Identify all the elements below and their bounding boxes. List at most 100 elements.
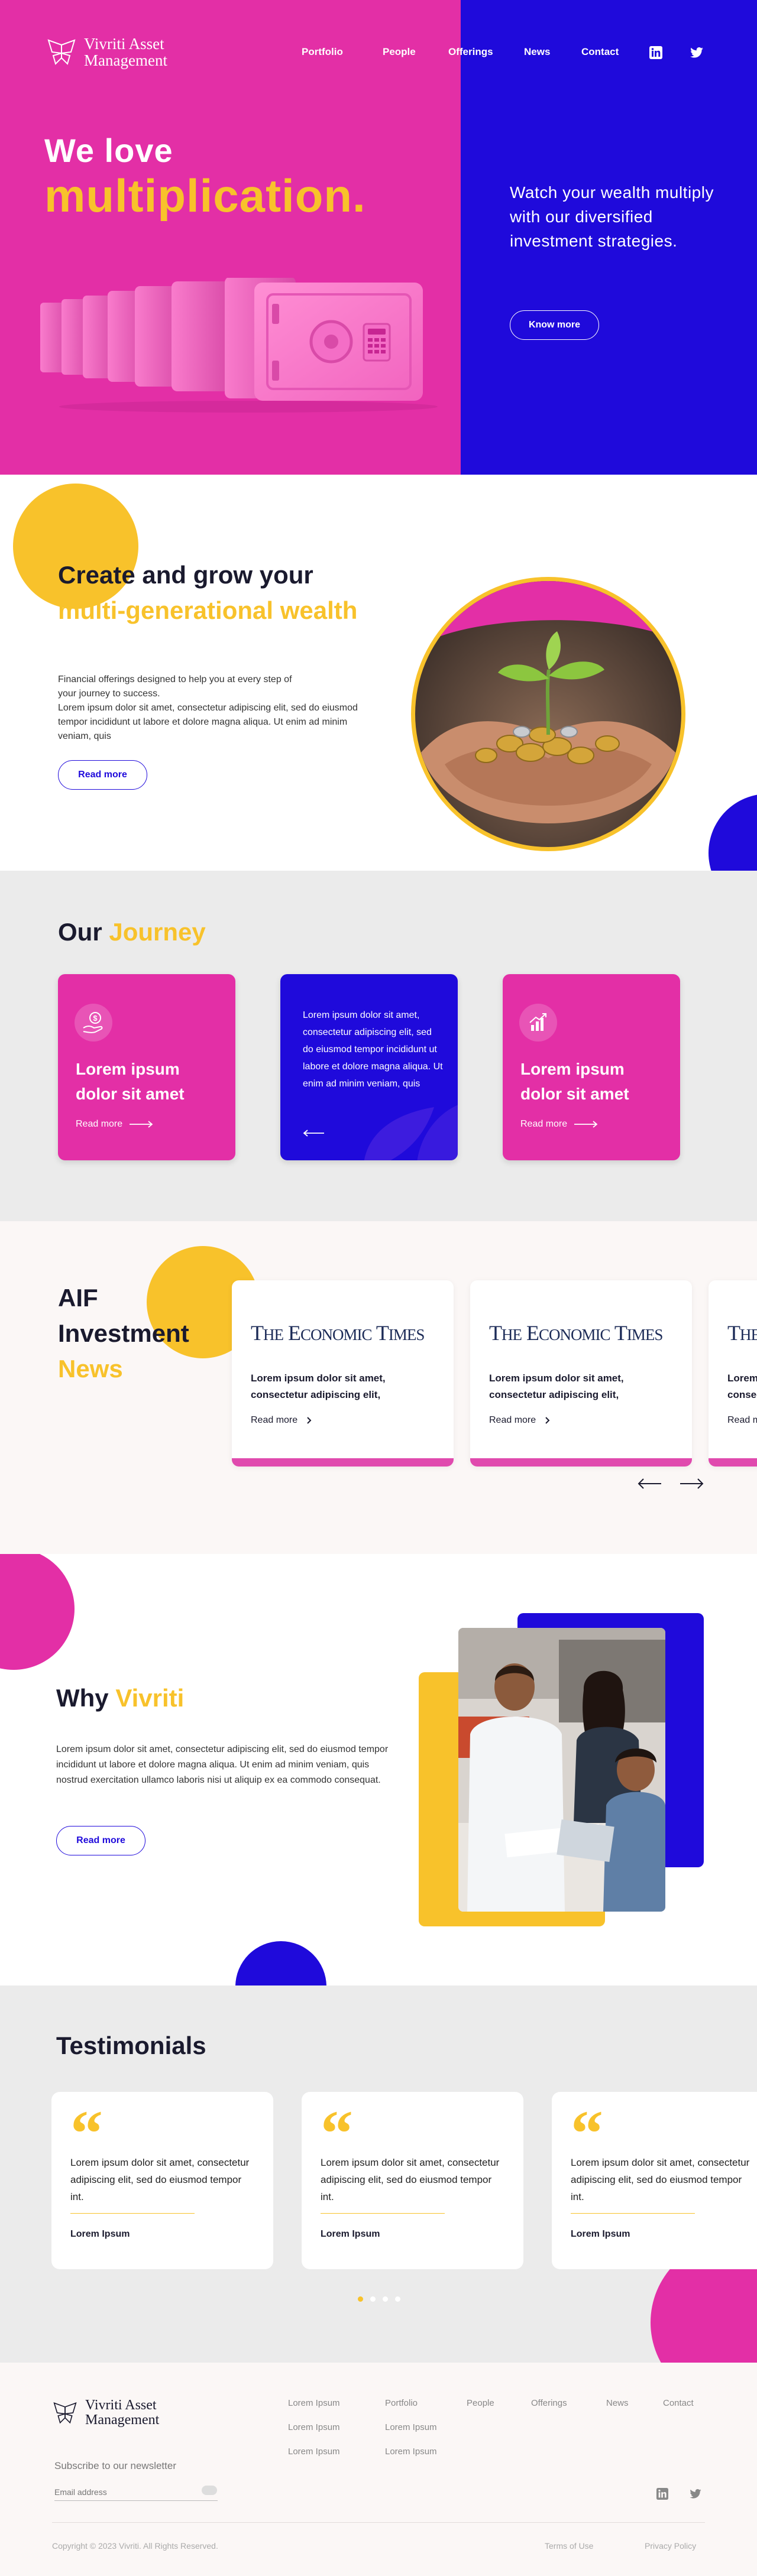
footer-link-portfolio[interactable]: Portfolio — [385, 2398, 437, 2422]
news-card-1-text: Lorem ipsum dolor sit amet, consectetur … — [251, 1373, 386, 1400]
decor-pink-circle — [0, 1554, 75, 1670]
news-card-2-read-more-label: Read more — [489, 1415, 536, 1425]
footer: Vivriti Asset Management Subscribe to ou… — [0, 2363, 757, 2576]
decor-blue-circle — [709, 794, 757, 871]
news-card-3[interactable]: THE ECONOMIC TIMES Lorem ipsum dolor sit… — [709, 1280, 757, 1467]
journey-card-1-title: Lorem ipsum dolor sit amet — [76, 1060, 185, 1103]
chevron-right-icon — [307, 1417, 312, 1424]
linkedin-icon[interactable] — [649, 46, 662, 59]
footer-divider — [52, 2522, 705, 2523]
arrow-left-icon[interactable] — [638, 1478, 661, 1489]
news-card-1-source: THE ECONOMIC TIMES — [251, 1321, 425, 1345]
footer-link[interactable]: Lorem Ipsum — [385, 2422, 437, 2447]
safes-illustration — [40, 278, 438, 413]
nav-portfolio[interactable]: Portfolio — [302, 46, 343, 58]
journey-card-1[interactable]: $ Lorem ipsum dolor sit amet Read more — [58, 974, 235, 1160]
news-card-3-read-more-label: Read more — [727, 1415, 757, 1425]
butterfly-logo-icon — [47, 39, 76, 65]
journey-card-3-read-more[interactable]: Read more — [520, 1119, 598, 1130]
know-more-button[interactable]: Know more — [510, 310, 599, 340]
footer-link[interactable]: Lorem Ipsum — [385, 2447, 437, 2471]
divider — [70, 2213, 195, 2214]
footer-link[interactable]: Lorem Ipsum — [288, 2398, 340, 2422]
news-title-2: Investment — [58, 1319, 189, 1347]
nav-news[interactable]: News — [524, 46, 550, 58]
footer-nav-news[interactable]: News — [606, 2398, 629, 2408]
why-title: Why Vivriti — [56, 1684, 184, 1712]
create-title-line1: Create and grow your — [58, 561, 313, 589]
pagination-dot-3[interactable] — [383, 2296, 388, 2302]
divider — [571, 2213, 695, 2214]
arrow-left-icon[interactable] — [303, 1130, 324, 1137]
news-card-1-read-more[interactable]: Read more — [251, 1415, 312, 1426]
testimonial-3-name: Lorem Ipsum — [571, 2229, 630, 2239]
footer-nav-contact[interactable]: Contact — [663, 2398, 694, 2408]
why-vivriti-section: Why Vivriti Lorem ipsum dolor sit amet, … — [0, 1554, 757, 1985]
leaf-decoration-icon — [364, 1105, 458, 1160]
footer-nav-people[interactable]: People — [467, 2398, 494, 2408]
footer-column-1: Lorem Ipsum Lorem Ipsum Lorem Ipsum — [288, 2398, 340, 2471]
footer-link[interactable]: Lorem Ipsum — [288, 2447, 340, 2471]
footer-brand-line2: Management — [85, 2412, 160, 2428]
hero-headline-2: multiplication. — [44, 170, 366, 222]
journey-card-1-read-more[interactable]: Read more — [76, 1119, 153, 1130]
testimonials-title: Testimonials — [56, 2032, 206, 2059]
brand-logo[interactable]: Vivriti Asset Management — [46, 35, 238, 69]
testimonial-3-text: Lorem ipsum dolor sit amet, consectetur … — [571, 2157, 750, 2202]
nav-people[interactable]: People — [383, 46, 416, 58]
footer-logo[interactable]: Vivriti Asset Management — [52, 2398, 215, 2428]
quote-icon: “ — [571, 2110, 603, 2145]
journey-card-1-read-more-label: Read more — [76, 1119, 123, 1129]
quote-icon: “ — [321, 2110, 353, 2145]
butterfly-logo-icon — [53, 2402, 77, 2424]
quote-icon: “ — [70, 2110, 103, 2145]
pagination-dot-2[interactable] — [370, 2296, 376, 2302]
pagination-dot-4[interactable] — [395, 2296, 400, 2302]
journey-section: Our Journey $ Lorem ipsum dolor sit amet… — [0, 871, 757, 1221]
create-title: Create and grow your multi-generational … — [58, 557, 365, 628]
pagination-dot-1[interactable] — [358, 2296, 363, 2302]
testimonial-2-name: Lorem Ipsum — [321, 2229, 380, 2239]
journey-title-2: Journey — [109, 918, 206, 946]
journey-card-3[interactable]: Lorem ipsum dolor sit amet Read more — [503, 974, 680, 1160]
journey-card-2-body: Lorem ipsum dolor sit amet, consectetur … — [303, 1010, 443, 1089]
coins-plant-image — [411, 577, 685, 851]
terms-link[interactable]: Terms of Use — [545, 2541, 593, 2551]
email-input[interactable] — [54, 2484, 218, 2501]
divider — [321, 2213, 445, 2214]
testimonial-card-2: “ Lorem ipsum dolor sit amet, consectetu… — [302, 2092, 523, 2269]
news-card-2-read-more[interactable]: Read more — [489, 1415, 550, 1426]
create-read-more-button[interactable]: Read more — [58, 760, 147, 790]
news-card-3-read-more[interactable]: Read more — [727, 1415, 757, 1426]
linkedin-icon[interactable] — [656, 2488, 668, 2500]
testimonial-card-1: “ Lorem ipsum dolor sit amet, consectetu… — [51, 2092, 273, 2269]
copyright-text: Copyright © 2023 Vivriti. All Rights Res… — [52, 2541, 218, 2551]
news-title-1: AIF — [58, 1284, 98, 1312]
nav-contact[interactable]: Contact — [581, 46, 619, 58]
news-card-1-read-more-label: Read more — [251, 1415, 298, 1425]
hero-headline-1: We love — [44, 132, 173, 169]
journey-card-2[interactable]: Lorem ipsum dolor sit amet, consectetur … — [280, 974, 458, 1160]
news-card-1[interactable]: THE ECONOMIC TIMES Lorem ipsum dolor sit… — [232, 1280, 454, 1467]
news-card-2[interactable]: THE ECONOMIC TIMES Lorem ipsum dolor sit… — [470, 1280, 692, 1467]
arrow-right-icon — [130, 1121, 153, 1128]
growth-chart-icon — [519, 1004, 557, 1042]
create-description: Financial offerings designed to help you… — [58, 673, 365, 744]
testimonial-1-text: Lorem ipsum dolor sit amet, consectetur … — [70, 2157, 250, 2202]
twitter-icon[interactable] — [690, 2489, 701, 2499]
twitter-icon[interactable] — [690, 47, 703, 58]
subscribe-submit-button[interactable] — [202, 2486, 217, 2495]
arrow-right-icon[interactable] — [680, 1478, 704, 1489]
svg-text:$: $ — [93, 1014, 98, 1023]
chevron-right-icon — [545, 1417, 550, 1424]
team-photo — [458, 1628, 665, 1912]
footer-nav-offerings[interactable]: Offerings — [531, 2398, 567, 2408]
nav-offerings[interactable]: Offerings — [448, 46, 493, 58]
arrow-right-icon — [574, 1121, 598, 1128]
privacy-link[interactable]: Privacy Policy — [645, 2541, 696, 2551]
why-title-1: Why — [56, 1684, 109, 1712]
footer-link[interactable]: Lorem Ipsum — [288, 2422, 340, 2447]
hero-subtitle: Watch your wealth multiply with our dive… — [510, 183, 714, 250]
news-title: AIF Investment News — [58, 1280, 189, 1387]
why-read-more-button[interactable]: Read more — [56, 1826, 145, 1855]
